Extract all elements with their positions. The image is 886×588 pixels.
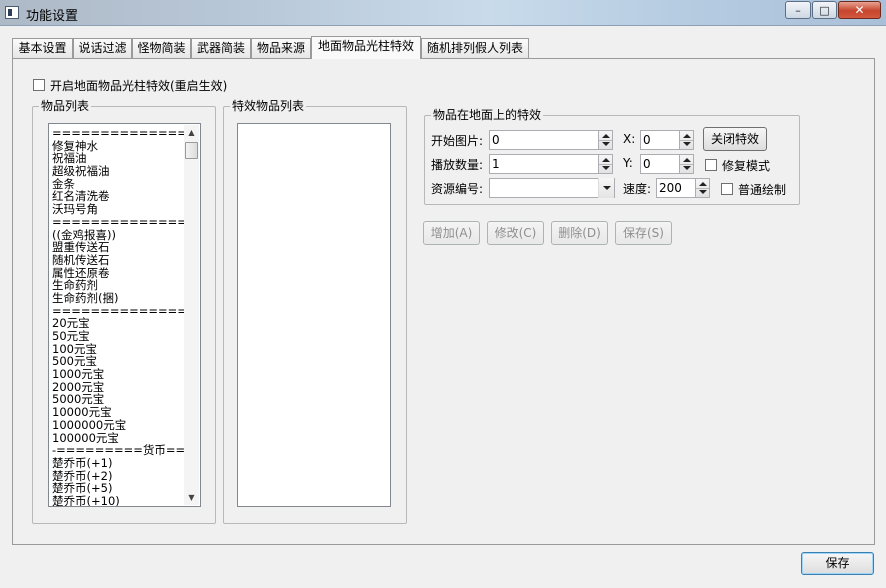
y-label: Y:: [623, 156, 633, 170]
repair-mode-label: 修复模式: [722, 159, 771, 173]
list-item[interactable]: 祝福油: [52, 152, 184, 165]
list-item[interactable]: 楚乔币(+5): [52, 482, 184, 495]
list-item[interactable]: 100元宝: [52, 343, 184, 356]
close-effect-button[interactable]: 关闭特效: [703, 127, 767, 151]
effect-list-group: 特效物品列表: [223, 99, 407, 524]
list-item[interactable]: 1000000元宝: [52, 419, 184, 432]
effect-settings-title: 物品在地面上的特效: [431, 108, 544, 122]
item-listbox[interactable]: ==================修复神水祝福油超级祝福油金条红名清洗卷沃玛号…: [48, 123, 201, 507]
app-icon: [5, 6, 19, 19]
x-input[interactable]: 0: [640, 130, 680, 150]
list-item[interactable]: 100000元宝: [52, 432, 184, 445]
speed-stepper[interactable]: [695, 178, 710, 198]
effect-list-title: 特效物品列表: [230, 99, 307, 113]
start-image-label: 开始图片:: [431, 134, 484, 148]
list-item[interactable]: 2000元宝: [52, 381, 184, 394]
list-item[interactable]: -=========货币===: [52, 444, 184, 457]
window-title: 功能设置: [26, 9, 79, 24]
add-button[interactable]: 增加(A): [423, 221, 480, 245]
list-item[interactable]: 属性还原卷: [52, 267, 184, 280]
list-item[interactable]: 修复神水: [52, 140, 184, 153]
tab-speech-filter[interactable]: 说话过滤: [73, 38, 132, 58]
list-item[interactable]: 盟重传送石: [52, 241, 184, 254]
list-item[interactable]: 20元宝: [52, 317, 184, 330]
save-button[interactable]: 保存: [801, 552, 874, 575]
list-item[interactable]: 10000元宝: [52, 406, 184, 419]
list-item[interactable]: ===============传: [52, 216, 184, 229]
scroll-up-icon[interactable]: ▲: [184, 125, 199, 140]
title-bar: 功能设置 – □ ✕: [0, 0, 886, 26]
normal-draw-checkbox[interactable]: [721, 183, 733, 195]
tab-basic-settings[interactable]: 基本设置: [12, 38, 73, 58]
resource-id-select[interactable]: [489, 178, 615, 198]
minimize-button[interactable]: –: [785, 1, 811, 19]
list-item[interactable]: 随机传送石: [52, 254, 184, 267]
speed-input[interactable]: 200: [656, 178, 696, 198]
play-count-input[interactable]: 1: [489, 154, 599, 174]
item-list-group: 物品列表 ==================修复神水祝福油超级祝福油金条红名清…: [32, 99, 216, 524]
list-item[interactable]: 5000元宝: [52, 393, 184, 406]
list-item[interactable]: 楚乔币(+1): [52, 457, 184, 470]
scroll-down-icon[interactable]: ▼: [184, 490, 199, 505]
x-stepper[interactable]: [679, 130, 694, 150]
list-item[interactable]: 红名清洗卷: [52, 190, 184, 203]
close-button[interactable]: ✕: [838, 1, 881, 19]
tab-weapon-simple[interactable]: 武器简装: [191, 38, 251, 58]
effect-listbox[interactable]: [237, 123, 391, 507]
tab-item-source[interactable]: 物品来源: [251, 38, 311, 58]
resource-id-label: 资源编号:: [431, 182, 484, 196]
list-item[interactable]: 楚乔币(+10): [52, 495, 184, 506]
save-entry-button[interactable]: 保存(S): [615, 221, 672, 245]
scroll-thumb[interactable]: [185, 142, 198, 159]
maximize-button[interactable]: □: [812, 1, 837, 19]
x-label: X:: [623, 132, 636, 146]
list-item[interactable]: 1000元宝: [52, 368, 184, 381]
effect-settings-group: 物品在地面上的特效 开始图片: 0 播放数量: 1 资源编号: X: 0 Y: …: [424, 108, 800, 205]
speed-label: 速度:: [623, 182, 652, 196]
list-item[interactable]: ==================: [52, 127, 184, 140]
list-item[interactable]: 超级祝福油: [52, 165, 184, 178]
list-item[interactable]: 金条: [52, 178, 184, 191]
normal-draw-label: 普通绘制: [738, 183, 787, 197]
start-image-stepper[interactable]: [598, 130, 613, 150]
delete-button[interactable]: 删除(D): [551, 221, 608, 245]
tab-monster-simple[interactable]: 怪物简装: [132, 38, 191, 58]
list-item[interactable]: 楚乔币(+2): [52, 470, 184, 483]
list-item[interactable]: 沃玛号角: [52, 203, 184, 216]
item-list-title: 物品列表: [39, 99, 92, 113]
tab-ground-item-effect[interactable]: 地面物品光柱特效: [311, 36, 421, 59]
tab-panel: 开启地面物品光柱特效(重启生效) 物品列表 ==================…: [12, 58, 875, 545]
enable-effect-checkbox[interactable]: [33, 79, 45, 91]
tab-random-bot-list[interactable]: 随机排列假人列表: [421, 38, 529, 58]
y-stepper[interactable]: [679, 154, 694, 174]
enable-effect-label: 开启地面物品光柱特效(重启生效): [50, 79, 228, 93]
list-item[interactable]: 生命药剂(捆): [52, 292, 184, 305]
repair-mode-checkbox[interactable]: [705, 159, 717, 171]
start-image-input[interactable]: 0: [489, 130, 599, 150]
item-list-items: ==================修复神水祝福油超级祝福油金条红名清洗卷沃玛号…: [52, 127, 184, 506]
list-item[interactable]: 500元宝: [52, 355, 184, 368]
list-item[interactable]: ==================: [52, 305, 184, 318]
y-input[interactable]: 0: [640, 154, 680, 174]
play-count-stepper[interactable]: [598, 154, 613, 174]
modify-button[interactable]: 修改(C): [487, 221, 544, 245]
list-item[interactable]: ((金鸡报喜)): [52, 229, 184, 242]
list-item[interactable]: 生命药剂: [52, 279, 184, 292]
resource-id-dropdown-icon[interactable]: [598, 178, 614, 198]
list-item[interactable]: 50元宝: [52, 330, 184, 343]
play-count-label: 播放数量:: [431, 158, 484, 172]
item-list-scrollbar[interactable]: ▲ ▼: [184, 125, 199, 505]
